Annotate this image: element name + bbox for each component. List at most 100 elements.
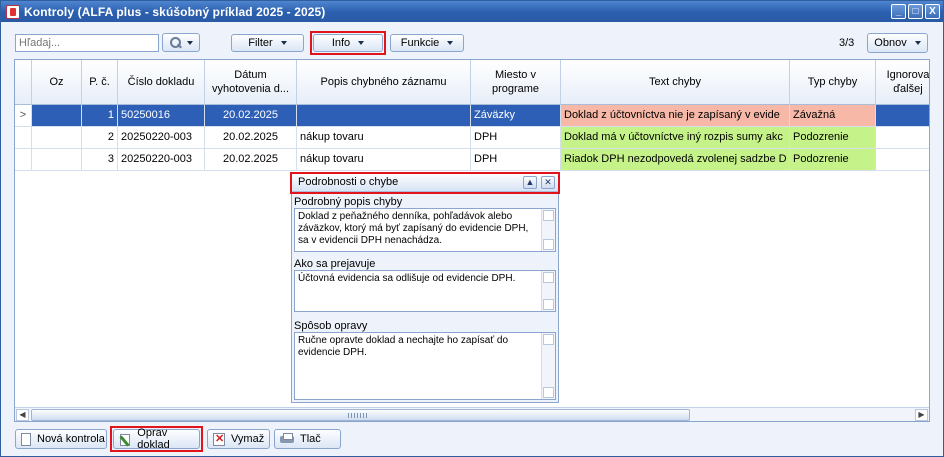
- details-description-box[interactable]: Doklad z peňažného denníka, pohľadávok a…: [294, 208, 556, 252]
- collapse-icon[interactable]: ▲: [523, 176, 537, 189]
- cell-description: [297, 105, 471, 127]
- cell-number: 1: [82, 105, 118, 127]
- cell-ignore: [876, 149, 929, 171]
- details-description-text: Doklad z peňažného denníka, pohľadávok a…: [298, 211, 529, 246]
- cell-description: nákup tovaru: [297, 127, 471, 149]
- cell-number: 2: [82, 127, 118, 149]
- new-check-label: Nová kontrola: [37, 433, 105, 445]
- column-header-error-type[interactable]: Typ chyby: [790, 60, 876, 105]
- cell-ignore: [876, 105, 929, 127]
- cell-date: 20.02.2025: [205, 127, 297, 149]
- table-row[interactable]: 3 20250220-003 20.02.2025 nákup tovaru DPH Ri…: [15, 149, 929, 171]
- printer-icon: [280, 433, 294, 445]
- title-bar[interactable]: Kontroly (ALFA plus - skúšobný príklad 2…: [1, 1, 943, 22]
- fix-document-label: Oprav doklad: [137, 427, 170, 451]
- record-count: 3/3: [839, 37, 855, 49]
- scroll-left-icon[interactable]: ◀: [16, 409, 29, 421]
- kontroly-window: Kontroly (ALFA plus - skúšobný príklad 2…: [0, 0, 944, 457]
- column-header-number[interactable]: P. č.: [82, 60, 118, 105]
- window-title: Kontroly (ALFA plus - skúšobný príklad 2…: [24, 4, 326, 19]
- details-label-manifestation: Ako sa prejavuje: [294, 258, 376, 270]
- refresh-label: Obnov: [874, 37, 907, 49]
- cell-ignore: [876, 127, 929, 149]
- functions-label: Funkcie: [400, 37, 440, 49]
- row-indicator[interactable]: [15, 127, 32, 149]
- cell-location: DPH: [471, 127, 561, 149]
- app-icon: [6, 4, 20, 19]
- cell-error-type: Podozrenie: [790, 149, 876, 171]
- cell-document: 20250220-003: [118, 149, 205, 171]
- column-header-ignore[interactable]: Ignorova ďalšej: [876, 60, 929, 105]
- maximize-button[interactable]: □: [908, 4, 923, 19]
- cell-document: 50250016: [118, 105, 205, 127]
- info-button[interactable]: Info: [313, 34, 383, 52]
- details-label-fix: Spôsob opravy: [294, 320, 368, 332]
- window-controls: _ □ X: [891, 4, 940, 19]
- new-check-button[interactable]: Nová kontrola: [15, 429, 107, 449]
- fix-document-button[interactable]: Oprav doklad: [113, 427, 200, 451]
- chevron-down-icon: [914, 41, 921, 45]
- close-button[interactable]: X: [925, 4, 940, 19]
- table-row[interactable]: 2 20250220-003 20.02.2025 nákup tovaru DPH Do…: [15, 127, 929, 149]
- details-scrollbar[interactable]: [541, 271, 555, 311]
- scroll-thumb[interactable]: [31, 409, 690, 421]
- column-header-error-text[interactable]: Text chyby: [561, 60, 790, 105]
- search-input[interactable]: [15, 34, 159, 52]
- details-fix-box[interactable]: Ručne opravte doklad a nechajte ho zapís…: [294, 332, 556, 400]
- minimize-button[interactable]: _: [891, 4, 906, 19]
- column-header-location[interactable]: Miesto v programe: [471, 60, 561, 105]
- horizontal-scrollbar[interactable]: ◀ ▶: [15, 407, 929, 421]
- cell-description: nákup tovaru: [297, 149, 471, 171]
- row-indicator[interactable]: [15, 149, 32, 171]
- table-row[interactable]: >1 50250016 20.02.2025 Záväzky Doklad z účto…: [15, 105, 929, 127]
- print-label: Tlač: [300, 433, 321, 445]
- details-manifestation-text: Účtovná evidencia sa odlišuje od evidenc…: [298, 273, 516, 284]
- details-scrollbar[interactable]: [541, 209, 555, 251]
- column-header-description[interactable]: Popis chybného záznamu: [297, 60, 471, 105]
- cell-error-type: Závažná: [790, 105, 876, 127]
- chevron-down-icon: [186, 40, 193, 45]
- cell-error-text: Doklad má v účtovníctve iný rozpis sumy …: [561, 127, 790, 149]
- cell-date: 20.02.2025: [205, 105, 297, 127]
- column-header-date[interactable]: Dátum vyhotovenia d...: [205, 60, 297, 105]
- new-document-icon: [21, 432, 31, 446]
- row-indicator-header: [15, 60, 32, 105]
- filter-label: Filter: [248, 37, 273, 49]
- chevron-down-icon: [447, 41, 454, 45]
- print-button[interactable]: Tlač: [274, 429, 341, 449]
- functions-button[interactable]: Funkcie: [390, 34, 464, 52]
- edit-document-icon: [119, 433, 131, 446]
- scroll-right-icon[interactable]: ▶: [915, 409, 928, 421]
- chevron-down-icon: [280, 41, 287, 45]
- search-icon: [169, 37, 181, 48]
- details-label-description: Podrobný popis chyby: [294, 196, 403, 208]
- cell-error-type: Podozrenie: [790, 127, 876, 149]
- cell-location: Záväzky: [471, 105, 561, 127]
- cell-number: 3: [82, 149, 118, 171]
- details-manifestation-box[interactable]: Účtovná evidencia sa odlišuje od evidenc…: [294, 270, 556, 312]
- filter-button[interactable]: Filter: [231, 34, 304, 52]
- cell-error-text: Doklad z účtovníctva nie je zapísaný v e…: [561, 105, 790, 127]
- column-header-oz[interactable]: Oz: [32, 60, 82, 105]
- error-details-panel: Podrobnosti o chybe ▲ ✕ Podrobný popis c…: [290, 172, 560, 403]
- delete-icon: [213, 432, 225, 446]
- column-header-document[interactable]: Číslo dokladu: [118, 60, 205, 105]
- details-title: Podrobnosti o chybe: [292, 174, 558, 192]
- cell-date: 20.02.2025: [205, 149, 297, 171]
- cell-oz: [32, 127, 82, 149]
- chevron-down-icon: [358, 41, 365, 45]
- cell-oz: [32, 149, 82, 171]
- row-indicator[interactable]: >: [15, 105, 32, 127]
- cell-oz: [32, 105, 82, 127]
- delete-button[interactable]: Vymaž: [207, 429, 270, 449]
- search-button[interactable]: [162, 33, 200, 52]
- close-icon[interactable]: ✕: [541, 176, 555, 189]
- cell-location: DPH: [471, 149, 561, 171]
- info-label: Info: [331, 37, 351, 49]
- cell-error-text: Riadok DPH nezodpovedá zvolenej sadzbe D: [561, 149, 790, 171]
- cell-document: 20250220-003: [118, 127, 205, 149]
- refresh-button[interactable]: Obnov: [867, 33, 928, 53]
- details-fix-text: Ručne opravte doklad a nechajte ho zapís…: [298, 335, 509, 358]
- details-scrollbar[interactable]: [541, 333, 555, 399]
- delete-label: Vymaž: [231, 433, 265, 445]
